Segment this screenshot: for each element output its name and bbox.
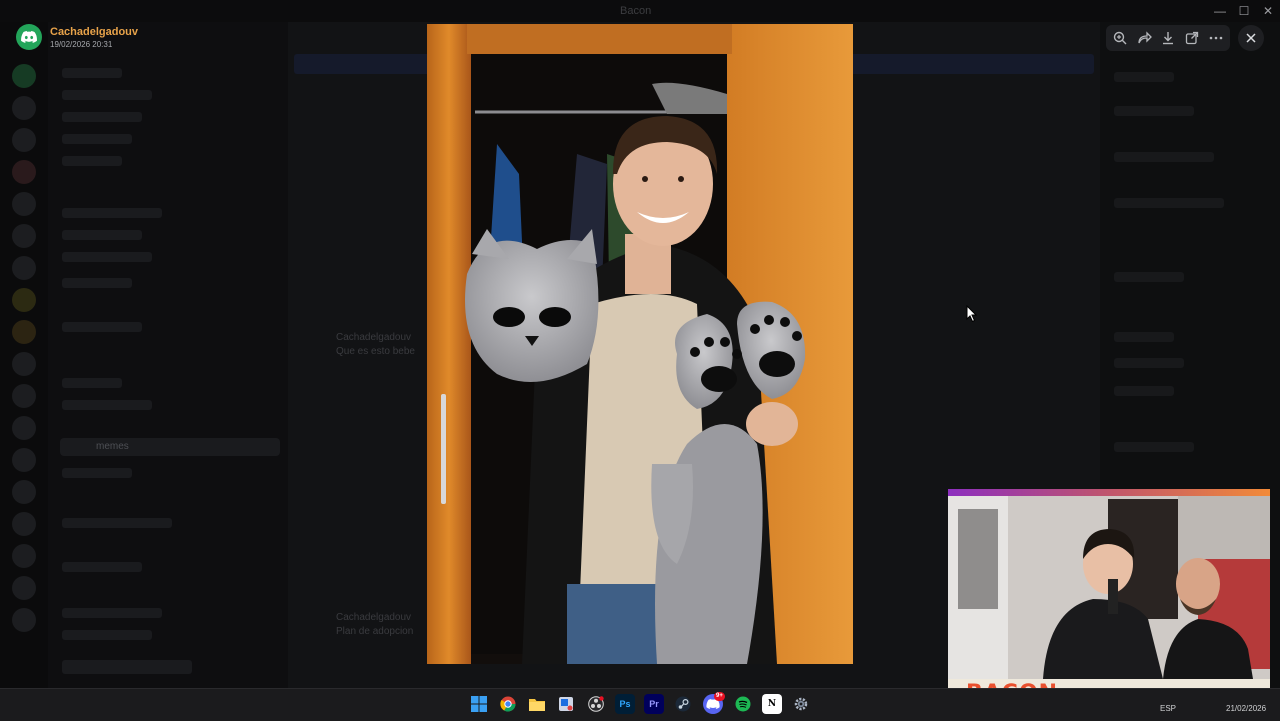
server-list [0, 22, 48, 688]
premiere-icon[interactable]: Pr [644, 694, 664, 714]
member-item[interactable] [1114, 358, 1184, 368]
attachment-image[interactable] [427, 24, 853, 664]
channel-item[interactable] [62, 322, 142, 332]
tray-language[interactable]: ESP [1160, 704, 1176, 713]
window-titlebar: Bacon — ☐ ✕ [0, 0, 1280, 22]
chrome-icon[interactable] [498, 694, 518, 714]
mouse-cursor-icon [966, 305, 978, 323]
close-viewer-button[interactable] [1238, 25, 1264, 51]
server-icon[interactable] [12, 448, 36, 472]
maximize-button[interactable]: ☐ [1232, 2, 1256, 20]
photo-content [427, 24, 853, 664]
zoom-in-icon[interactable] [1112, 30, 1128, 46]
channel-item[interactable] [62, 68, 122, 78]
discord-logo-icon [21, 31, 37, 43]
message-text: Plan de adopcion [336, 626, 414, 637]
server-icon[interactable] [12, 192, 36, 216]
channel-item[interactable] [62, 400, 152, 410]
member-item[interactable] [1114, 386, 1174, 396]
channel-item[interactable] [62, 278, 132, 288]
channel-item[interactable] [62, 112, 142, 122]
server-icon[interactable] [12, 64, 36, 88]
obs-icon[interactable] [586, 694, 606, 714]
member-item[interactable] [1114, 198, 1224, 208]
channel-item[interactable] [62, 230, 142, 240]
server-icon[interactable] [12, 480, 36, 504]
steam-icon[interactable] [673, 694, 693, 714]
server-icon[interactable] [12, 544, 36, 568]
user-panel [62, 660, 192, 674]
channel-item[interactable] [62, 608, 162, 618]
photoshop-icon[interactable]: Ps [615, 694, 635, 714]
server-icon[interactable] [12, 576, 36, 600]
webcam-overlay: BACON [948, 489, 1270, 710]
server-icon[interactable] [12, 288, 36, 312]
message-author: Cachadelgadouv [336, 332, 412, 343]
server-icon[interactable] [12, 608, 36, 632]
tray-date[interactable]: 21/02/2026 [1226, 704, 1266, 713]
member-item[interactable] [1114, 106, 1194, 116]
window-title: Bacon [620, 5, 652, 17]
minimize-button[interactable]: — [1208, 2, 1232, 20]
forward-icon[interactable] [1136, 30, 1152, 46]
channel-item[interactable] [62, 134, 132, 144]
channel-item[interactable] [62, 208, 162, 218]
message-author: Cachadelgadouv [336, 612, 412, 623]
discord-notification-badge: 9+ [714, 692, 725, 701]
channel-item[interactable] [62, 252, 152, 262]
image-viewer-toolbar [1106, 25, 1230, 51]
channel-item[interactable] [62, 378, 122, 388]
message-text: Que es esto bebe [336, 346, 415, 357]
channel-list [48, 22, 288, 688]
windows-start-icon[interactable] [469, 694, 489, 714]
notion-icon[interactable]: N [762, 694, 782, 714]
snipping-tool-icon[interactable] [556, 694, 576, 714]
channel-item[interactable] [62, 518, 172, 528]
server-icon[interactable] [12, 352, 36, 376]
channel-item[interactable] [62, 562, 142, 572]
file-explorer-icon[interactable] [527, 694, 547, 714]
channel-label: memes [96, 441, 129, 452]
channel-item[interactable] [62, 468, 132, 478]
member-item[interactable] [1114, 332, 1174, 342]
channel-item[interactable] [62, 156, 122, 166]
close-icon [1246, 33, 1256, 43]
more-icon[interactable] [1208, 30, 1224, 46]
spotify-icon[interactable] [733, 694, 753, 714]
channel-item[interactable] [62, 630, 152, 640]
open-external-icon[interactable] [1184, 30, 1200, 46]
server-icon[interactable] [12, 512, 36, 536]
server-icon[interactable] [12, 160, 36, 184]
download-icon[interactable] [1160, 30, 1176, 46]
channel-item-memes[interactable]: memes [60, 438, 280, 456]
server-icon[interactable] [12, 96, 36, 120]
member-item[interactable] [1114, 442, 1194, 452]
webcam-scene [948, 496, 1270, 679]
member-item[interactable] [1114, 152, 1214, 162]
upload-timestamp: 19/02/2026 20:31 [50, 40, 113, 49]
uploader-avatar [16, 24, 42, 50]
uploader-name[interactable]: Cachadelgadouv [50, 26, 138, 38]
windows-taskbar [0, 688, 1280, 721]
member-item[interactable] [1114, 72, 1174, 82]
server-icon[interactable] [12, 416, 36, 440]
server-icon[interactable] [12, 384, 36, 408]
server-icon[interactable] [12, 128, 36, 152]
server-icon[interactable] [12, 320, 36, 344]
server-icon[interactable] [12, 256, 36, 280]
close-window-button[interactable]: ✕ [1256, 2, 1280, 20]
settings-icon[interactable] [791, 694, 811, 714]
server-icon[interactable] [12, 224, 36, 248]
channel-item[interactable] [62, 90, 152, 100]
member-item[interactable] [1114, 272, 1184, 282]
